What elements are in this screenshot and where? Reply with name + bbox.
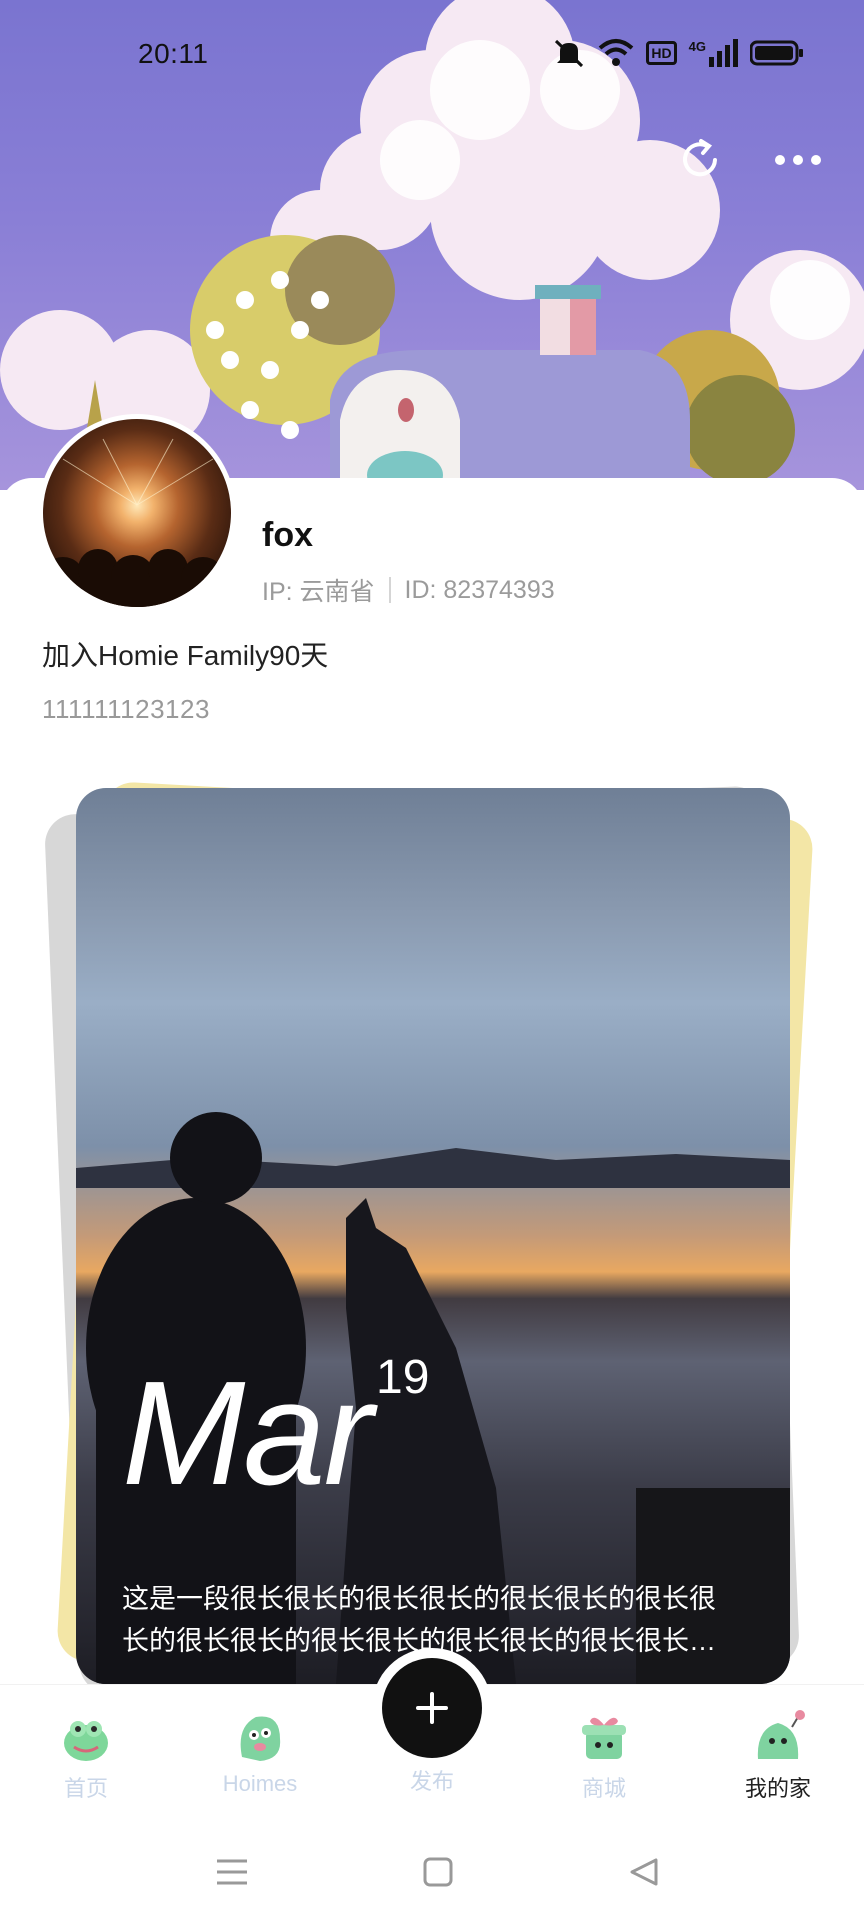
my-home-creature-icon <box>757 1710 805 1759</box>
post-card[interactable]: Mar 19 这是一段很长很长的很长很长的很长很长的很长很长的很长很长的很长很长… <box>76 788 790 1684</box>
tab-label-hoimes: Hoimes <box>222 1771 298 1796</box>
menu-icon <box>217 1859 247 1885</box>
card-month: Mar <box>122 1351 373 1516</box>
home-frog-icon <box>64 1721 108 1761</box>
tab-label-publish: 发布 <box>409 1769 454 1794</box>
shop-gift-icon <box>582 1717 626 1759</box>
header-actions <box>674 134 824 186</box>
status-time: 20:11 <box>138 38 209 69</box>
tab-shop[interactable]: 商城 <box>544 1707 664 1803</box>
more-dots-icon <box>775 155 821 165</box>
back-triangle-icon <box>630 1858 658 1886</box>
hoimes-creature-icon <box>240 1716 281 1761</box>
tab-label-shop: 商城 <box>581 1776 626 1801</box>
card-photo <box>76 1112 790 1684</box>
back-nav-button[interactable] <box>622 1850 666 1894</box>
card-day: 19 <box>376 1351 430 1404</box>
signal-4g-icon: 4G <box>689 39 738 67</box>
refresh-icon <box>683 139 717 177</box>
menu-button[interactable] <box>210 1850 254 1894</box>
avatar[interactable] <box>38 414 236 612</box>
bio: 111111123123 <box>42 694 210 724</box>
user-meta: IP: 云南省 ID: 82374393 <box>262 572 555 608</box>
post-card-stack[interactable]: Mar 19 这是一段很长很长的很长很长的很长很长的很长很长的很长很长的很长很长… <box>0 760 864 1700</box>
hd-icon: HD <box>646 41 677 65</box>
username: fox <box>262 516 313 554</box>
status-bar: 20:11 HD 4G <box>0 0 864 110</box>
publish-button[interactable] <box>382 1658 482 1758</box>
tab-home[interactable]: 首页 <box>26 1707 146 1803</box>
tab-label-my-home: 我的家 <box>744 1776 811 1801</box>
home-square-icon <box>423 1857 453 1887</box>
wifi-icon <box>599 39 634 66</box>
user-id: ID: 82374393 <box>404 575 555 604</box>
refresh-button[interactable] <box>674 134 726 186</box>
avatar-image <box>43 419 231 607</box>
mute-bell-icon <box>555 39 584 68</box>
tab-my-home[interactable]: 我的家 <box>718 1707 838 1803</box>
more-button[interactable] <box>772 134 824 186</box>
plus-icon <box>416 1692 448 1724</box>
join-duration: 加入Homie Family90天 <box>42 640 329 671</box>
meta-divider <box>388 577 391 603</box>
ip-location: IP: 云南省 <box>262 578 375 606</box>
status-icons: HD 4G <box>552 38 804 68</box>
tab-label-home: 首页 <box>63 1776 108 1801</box>
publish-button-wrap <box>372 1648 492 1768</box>
home-nav-button[interactable] <box>416 1850 460 1894</box>
system-navigation-bar <box>0 1824 864 1920</box>
battery-icon <box>750 40 803 66</box>
tab-hoimes[interactable]: Hoimes <box>200 1707 320 1797</box>
